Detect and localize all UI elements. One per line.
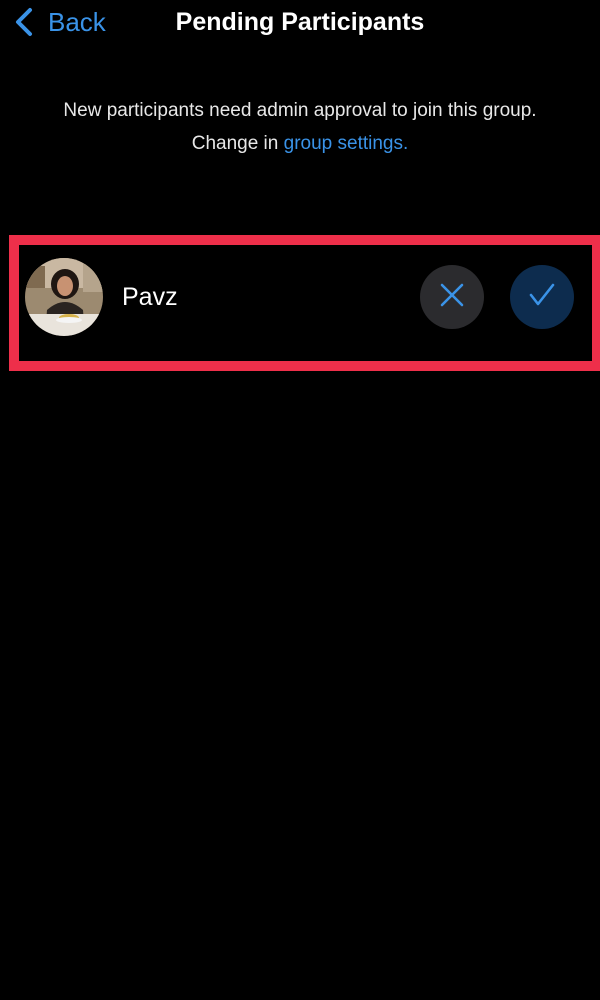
avatar (25, 258, 103, 336)
reject-button[interactable] (420, 265, 484, 329)
approve-button[interactable] (510, 265, 574, 329)
admin-approval-info: New participants need admin approval to … (40, 94, 560, 160)
participant-row: Pavz (19, 245, 592, 361)
navigation-bar: Back Pending Participants (0, 0, 600, 48)
page-title: Pending Participants (175, 8, 425, 36)
checkmark-icon (528, 282, 556, 313)
x-icon (439, 282, 465, 313)
group-settings-link[interactable]: group settings. (284, 133, 409, 154)
participant-name: Pavz (122, 283, 178, 311)
